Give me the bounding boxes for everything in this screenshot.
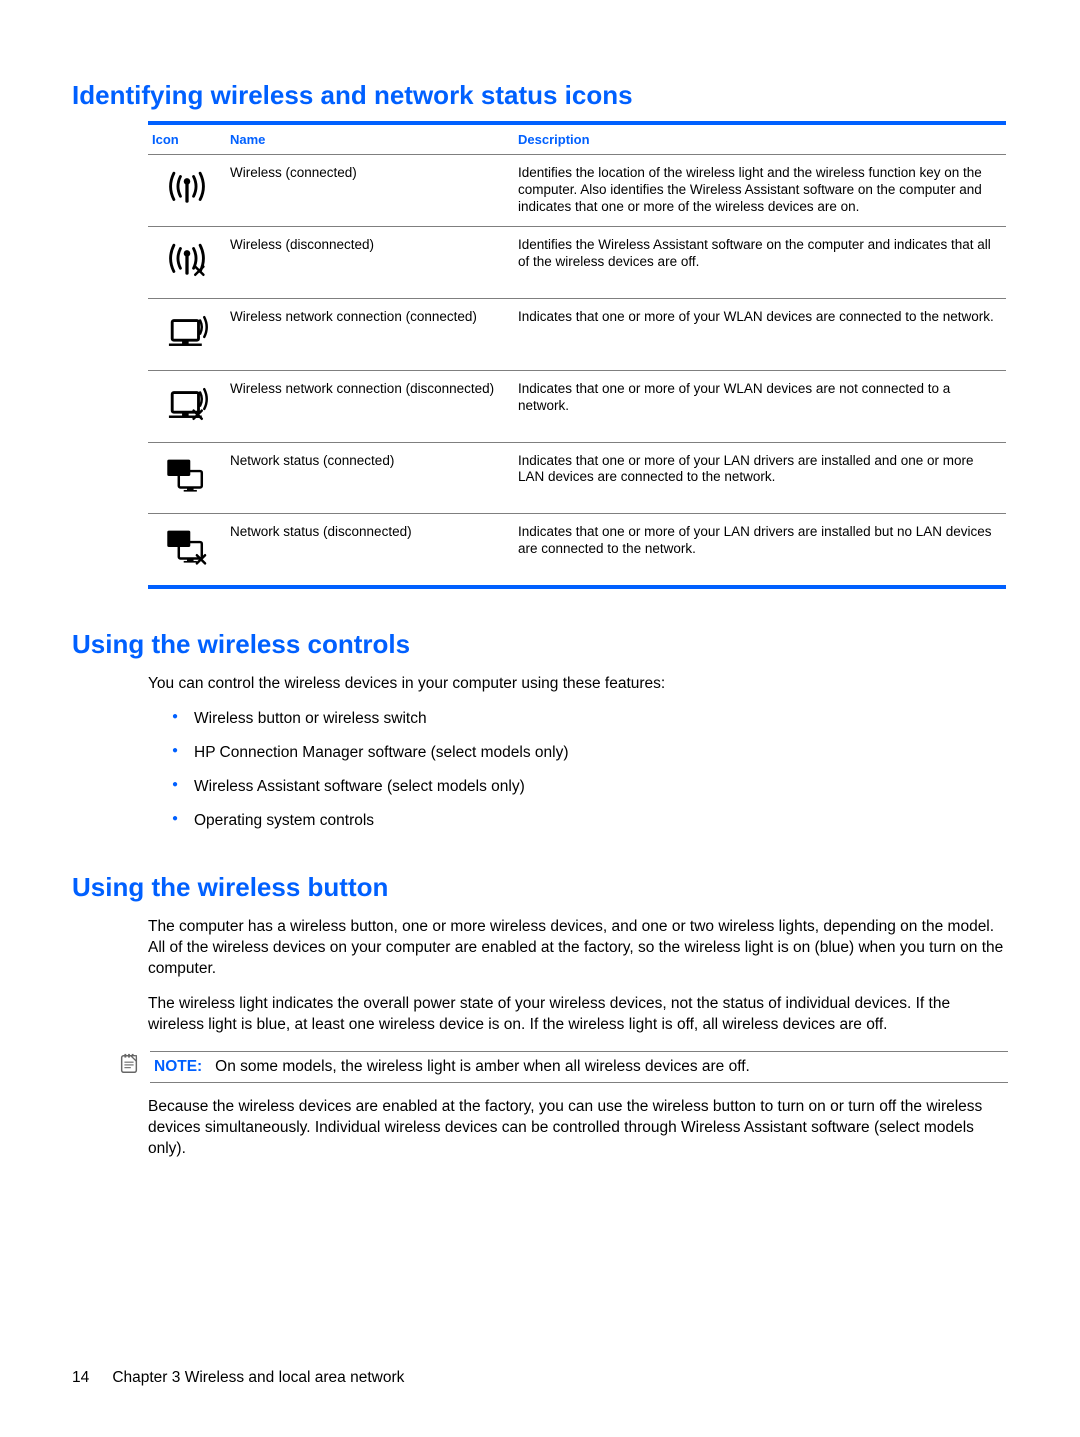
note-icon xyxy=(118,1053,140,1075)
wireless-connected-icon xyxy=(148,155,226,227)
row-name: Wireless network connection (connected) xyxy=(226,298,514,370)
page-footer: 14 Chapter 3 Wireless and local area net… xyxy=(72,1369,404,1387)
chapter-label: Chapter 3 Wireless and local area networ… xyxy=(112,1369,404,1386)
heading-identify-icons: Identifying wireless and network status … xyxy=(72,80,1008,111)
row-desc: Indicates that one or more of your WLAN … xyxy=(514,370,1006,442)
icons-table: Icon Name Description Wireless (connecte… xyxy=(148,121,1006,589)
heading-wireless-button: Using the wireless button xyxy=(72,872,1008,903)
table-row: Network status (disconnected) Indicates … xyxy=(148,514,1006,587)
lan-connected-icon xyxy=(148,442,226,514)
note-label: NOTE: xyxy=(154,1058,202,1075)
controls-intro: You can control the wireless devices in … xyxy=(148,674,1008,695)
list-item: Wireless Assistant software (select mode… xyxy=(172,777,1008,798)
list-item: Wireless button or wireless switch xyxy=(172,709,1008,730)
row-desc: Indicates that one or more of your LAN d… xyxy=(514,442,1006,514)
wlan-connected-icon xyxy=(148,298,226,370)
row-desc: Identifies the location of the wireless … xyxy=(514,155,1006,227)
wlan-disconnected-icon xyxy=(148,370,226,442)
th-name: Name xyxy=(226,123,514,155)
th-desc: Description xyxy=(514,123,1006,155)
controls-list: Wireless button or wireless switch HP Co… xyxy=(172,709,1008,832)
table-row: Wireless (connected) Identifies the loca… xyxy=(148,155,1006,227)
button-paragraph-3: Because the wireless devices are enabled… xyxy=(148,1097,1008,1160)
document-page: Identifying wireless and network status … xyxy=(0,0,1080,1437)
wireless-disconnected-icon xyxy=(148,226,226,298)
row-name: Wireless network connection (disconnecte… xyxy=(226,370,514,442)
button-paragraph-1: The computer has a wireless button, one … xyxy=(148,917,1008,980)
table-row: Wireless network connection (disconnecte… xyxy=(148,370,1006,442)
row-name: Network status (connected) xyxy=(226,442,514,514)
row-name: Wireless (disconnected) xyxy=(226,226,514,298)
page-number: 14 xyxy=(72,1369,108,1387)
table-row: Network status (connected) Indicates tha… xyxy=(148,442,1006,514)
list-item: HP Connection Manager software (select m… xyxy=(172,743,1008,764)
th-icon: Icon xyxy=(148,123,226,155)
heading-wireless-controls: Using the wireless controls xyxy=(72,629,1008,660)
lan-disconnected-icon xyxy=(148,514,226,587)
table-row: Wireless (disconnected) Identifies the W… xyxy=(148,226,1006,298)
table-row: Wireless network connection (connected) … xyxy=(148,298,1006,370)
note-text: On some models, the wireless light is am… xyxy=(215,1058,750,1075)
row-name: Wireless (connected) xyxy=(226,155,514,227)
note-block: NOTE: On some models, the wireless light… xyxy=(118,1051,1008,1083)
row-desc: Indicates that one or more of your WLAN … xyxy=(514,298,1006,370)
row-desc: Identifies the Wireless Assistant softwa… xyxy=(514,226,1006,298)
list-item: Operating system controls xyxy=(172,811,1008,832)
row-desc: Indicates that one or more of your LAN d… xyxy=(514,514,1006,587)
button-paragraph-2: The wireless light indicates the overall… xyxy=(148,994,1008,1036)
row-name: Network status (disconnected) xyxy=(226,514,514,587)
